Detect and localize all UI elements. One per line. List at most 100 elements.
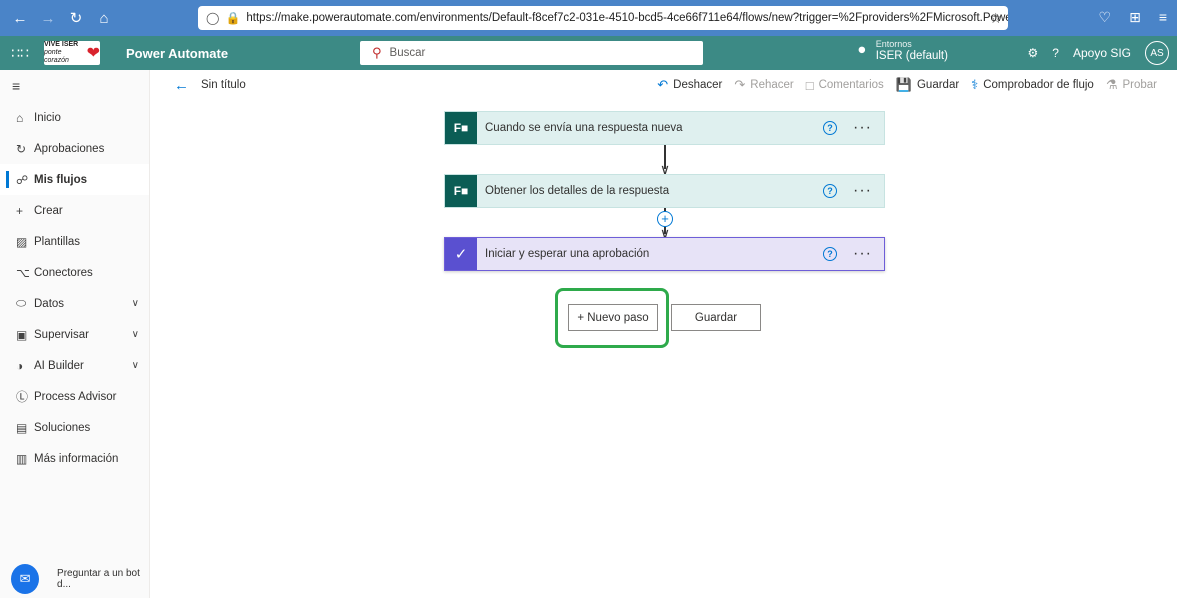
sidebar-item-datos[interactable]: ⬭ Datos ∨ <box>0 288 149 319</box>
process-advisor-icon: Ⓛ <box>16 390 29 404</box>
sidebar-item-label: Crear <box>34 204 63 217</box>
flask-icon: ⚗ <box>1105 77 1118 92</box>
step-title: Cuando se envía una respuesta nueva <box>485 122 683 134</box>
new-step-button[interactable]: + Nuevo paso <box>568 304 658 331</box>
sidebar-item-aprobaciones[interactable]: ↻ Aprobaciones <box>0 133 149 164</box>
sidebar-item-crear[interactable]: + Crear <box>0 195 149 226</box>
address-bar[interactable]: ◯ 🔒 https://make.powerautomate.com/envir… <box>198 6 1008 30</box>
heart-icon: ❤ <box>86 45 100 62</box>
stethoscope-icon: ⚕ <box>971 77 979 92</box>
menu-icon[interactable]: ≡ <box>1159 9 1167 26</box>
pocket-icon[interactable]: ♡ <box>1099 9 1112 26</box>
more-options-icon[interactable]: ··· <box>853 246 872 262</box>
sidebar-item-mis-flujos[interactable]: ☍ Mis flujos <box>0 164 149 195</box>
hamburger-icon[interactable]: ≡ <box>0 70 149 102</box>
save-icon: 💾 <box>895 77 912 92</box>
sidebar-item-conectores[interactable]: ⌥ Conectores <box>0 257 149 288</box>
sidebar-item-label: Conectores <box>34 266 93 279</box>
undo-button[interactable]: ↶ Deshacer <box>657 77 722 93</box>
chevron-down-icon[interactable]: ∨ <box>132 329 139 340</box>
approval-icon: ✓ <box>445 238 477 270</box>
shield-icon[interactable]: ◯ <box>206 11 219 25</box>
help-icon[interactable]: ? <box>1052 46 1059 60</box>
search-placeholder: Buscar <box>389 47 426 59</box>
flow-step-get-details[interactable]: F■ Obtener los detalles de la respuesta … <box>444 174 885 208</box>
forms-icon: F■ <box>445 112 477 144</box>
avatar[interactable]: AS <box>1145 41 1169 65</box>
back-icon[interactable]: ← <box>6 10 34 27</box>
app-name[interactable]: Power Automate <box>126 46 228 61</box>
logo-subtext: ponte corazón <box>44 49 69 64</box>
chevron-down-icon[interactable]: ∨ <box>132 360 139 371</box>
sidebar-item-process-advisor[interactable]: Ⓛ Process Advisor <box>0 381 149 412</box>
help-icon[interactable]: ? <box>823 121 838 135</box>
flow-checker-button[interactable]: ⚕ Comprobador de flujo <box>971 77 1094 93</box>
lock-icon[interactable]: 🔒 <box>225 11 240 25</box>
flow-step-trigger[interactable]: F■ Cuando se envía una respuesta nueva ?… <box>444 111 885 145</box>
help-icon[interactable]: ? <box>823 184 838 198</box>
forms-icon: F■ <box>445 175 477 207</box>
comments-button[interactable]: □ Comentarios <box>806 78 884 93</box>
sidebar-item-label: Soluciones <box>34 421 91 434</box>
home-icon: ⌂ <box>16 110 24 125</box>
save-button[interactable]: 💾 Guardar <box>896 77 959 93</box>
database-icon: ⬭ <box>16 296 27 310</box>
logo-text: VIVE ISER <box>44 41 79 48</box>
search-input[interactable]: ⚲ Buscar <box>360 41 703 65</box>
sidebar-item-plantillas[interactable]: ▨ Plantillas <box>0 226 149 257</box>
redo-icon: ↷ <box>734 77 746 92</box>
star-icon[interactable]: ☆ <box>989 10 1002 27</box>
flow-checker-label: Comprobador de flujo <box>983 79 1094 91</box>
command-bar: ← Sin título ↶ Deshacer ↷ Rehacer □ Comenta… <box>150 70 1177 100</box>
chevron-down-icon[interactable]: ∨ <box>132 298 139 309</box>
sidebar-item-soluciones[interactable]: ▤ Soluciones <box>0 412 149 443</box>
undo-icon: ↶ <box>657 77 669 92</box>
url-text[interactable]: https://make.powerautomate.com/environme… <box>246 12 1008 24</box>
sidebar-item-ai-builder[interactable]: ◑ AI Builder ∨ <box>0 350 149 381</box>
sidebar-item-supervisar[interactable]: ▣ Supervisar ∨ <box>0 319 149 350</box>
monitor-icon: ▣ <box>16 327 28 342</box>
sidebar-item-label: Plantillas <box>34 235 81 248</box>
sidebar-item-label: Más información <box>34 452 119 465</box>
chatbot-icon[interactable]: ✉ <box>11 564 40 594</box>
sidebar-item-más-información[interactable]: ▥ Más información <box>0 443 149 474</box>
home-icon[interactable]: ⌂ <box>90 10 118 27</box>
bot-label[interactable]: Preguntar a un bot d... <box>57 568 150 590</box>
search-icon: ⚲ <box>372 45 382 60</box>
environment-label: Entornos <box>875 39 912 49</box>
flow-canvas: F■ Cuando se envía una respuesta nueva ?… <box>150 100 1177 598</box>
sidebar-item-label: Inicio <box>34 111 61 124</box>
sidebar-item-label: Process Advisor <box>34 390 117 403</box>
extensions-icon[interactable]: ⊞ <box>1129 9 1141 26</box>
step-title: Obtener los detalles de la respuesta <box>485 185 670 197</box>
more-options-icon[interactable]: ··· <box>853 120 872 136</box>
help-icon[interactable]: ? <box>823 247 838 261</box>
waffle-icon[interactable]: ∷∷ <box>0 45 40 62</box>
more-options-icon[interactable]: ··· <box>853 183 872 199</box>
redo-button[interactable]: ↷ Rehacer <box>734 77 793 93</box>
sidebar-item-label: Mis flujos <box>34 173 88 186</box>
save-flow-button[interactable]: Guardar <box>671 304 761 331</box>
logo[interactable]: VIVE ISER ponte corazón ❤ <box>44 41 100 65</box>
solutions-icon: ▤ <box>16 420 28 435</box>
comments-label: Comentarios <box>818 79 884 91</box>
user-name[interactable]: Apoyo SIG <box>1073 46 1131 60</box>
undo-label: Deshacer <box>673 79 723 91</box>
test-button[interactable]: ⚗ Probar <box>1106 77 1157 93</box>
browser-toolbar: ← → ↻ ⌂ ◯ 🔒 https://make.powerautomate.c… <box>0 0 1177 36</box>
environment-value: ISER (default) <box>875 50 948 62</box>
reload-icon[interactable]: ↻ <box>62 9 90 27</box>
flow-step-approval[interactable]: ✓ Iniciar y esperar una aprobación ? ··· <box>444 237 885 271</box>
environment-picker[interactable]: ⚫ Entornos ISER (default) <box>856 38 948 62</box>
sidebar-item-inicio[interactable]: ⌂ Inicio <box>0 102 149 133</box>
flow-title[interactable]: Sin título <box>201 79 246 91</box>
test-label: Probar <box>1122 79 1157 91</box>
learn-icon: ▥ <box>16 451 28 466</box>
step-title: Iniciar y esperar una aprobación <box>485 248 650 260</box>
environment-icon: ⚫ <box>856 41 868 58</box>
back-arrow-icon[interactable]: ← <box>174 77 189 94</box>
forward-icon[interactable]: → <box>34 10 62 27</box>
settings-icon[interactable]: ⚙ <box>1028 46 1039 60</box>
sidebar: ≡ ⌂ Inicio ↻ Aprobaciones ☍ Mis flujos + Crear ▨… <box>0 70 150 598</box>
connectors-icon: ⌥ <box>16 265 30 280</box>
